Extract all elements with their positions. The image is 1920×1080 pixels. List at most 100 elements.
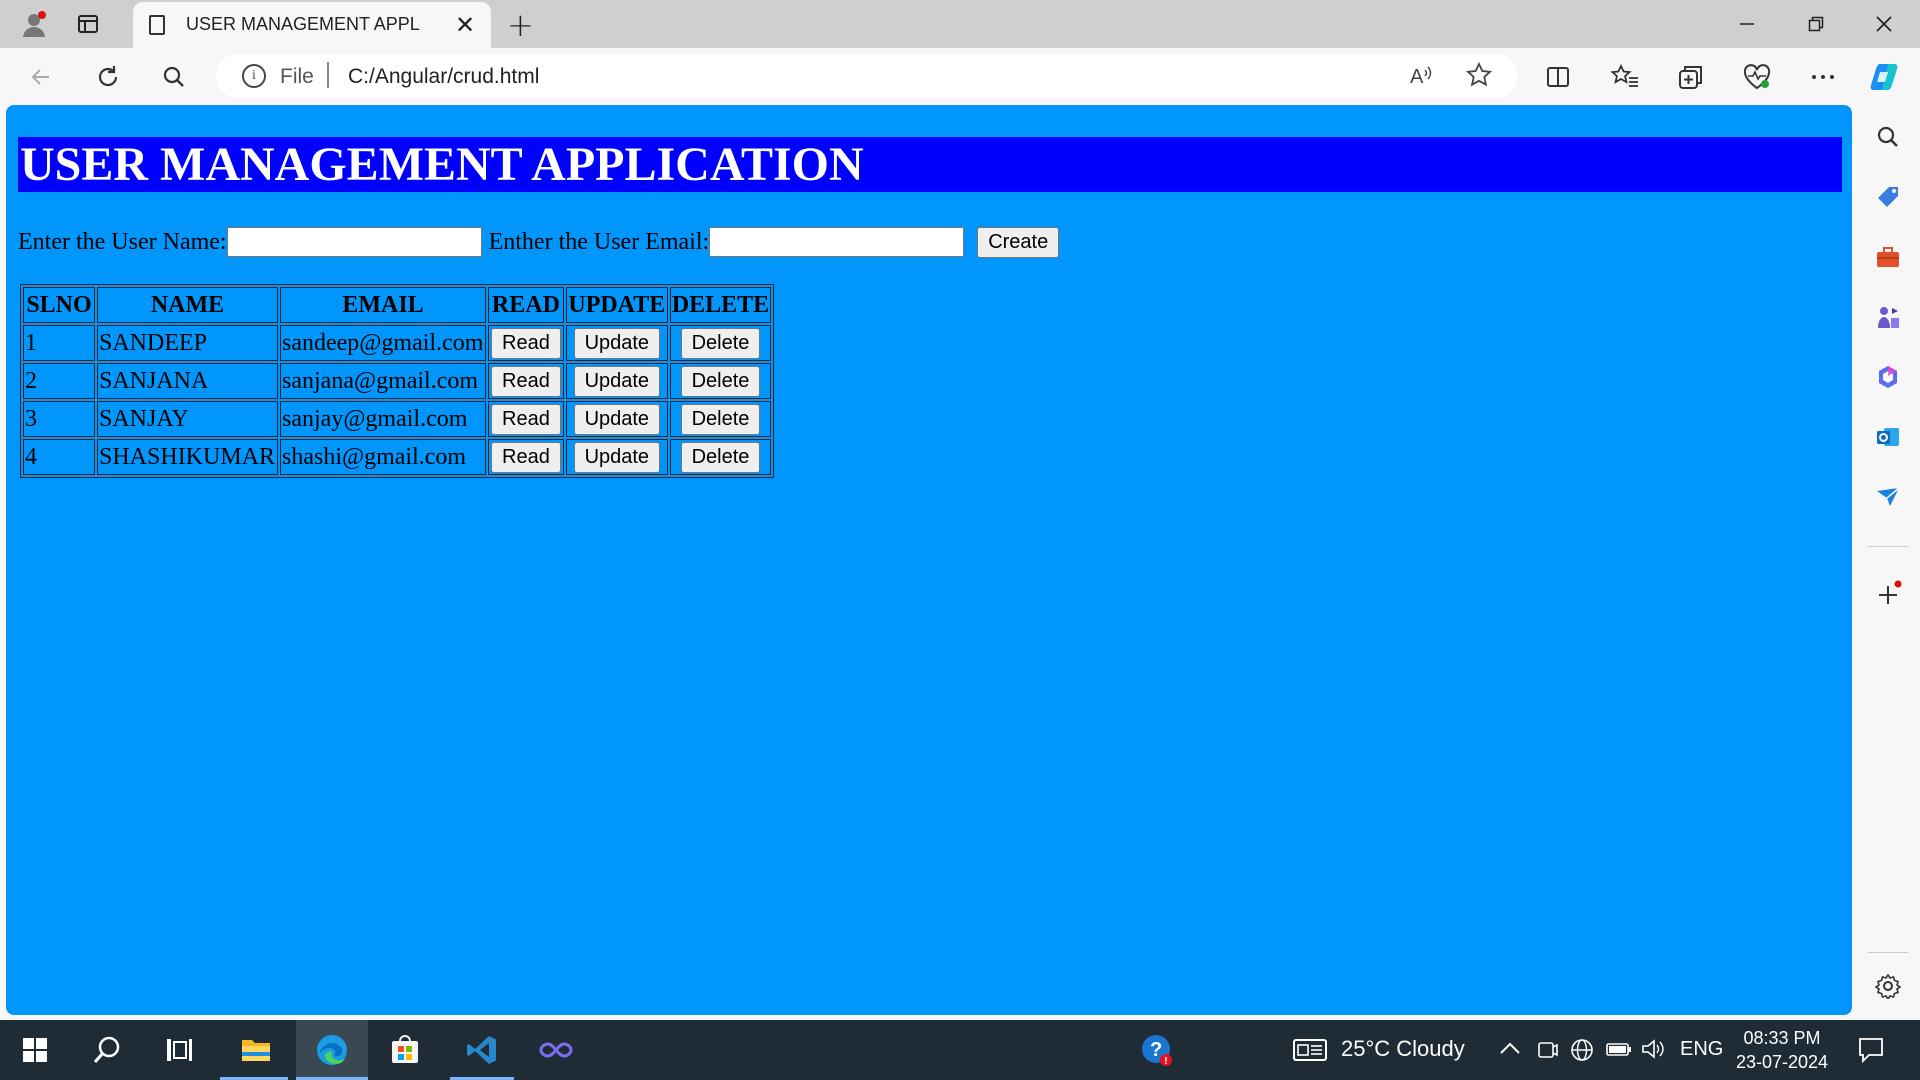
- favorite-star-icon[interactable]: [1465, 61, 1493, 94]
- clock-date: 23-07-2024: [1735, 1052, 1829, 1072]
- cell-read: Read: [488, 325, 564, 361]
- clock-time: 08:33 PM: [1743, 1028, 1821, 1048]
- profile-icon[interactable]: [18, 8, 50, 40]
- header-slno: SLNO: [23, 287, 95, 323]
- weather-icon[interactable]: [1290, 1030, 1330, 1070]
- file-explorer-icon[interactable]: [235, 1030, 277, 1070]
- site-info-icon[interactable]: i: [242, 64, 266, 88]
- vscode-icon[interactable]: [461, 1030, 503, 1070]
- read-button[interactable]: Read: [491, 403, 561, 435]
- cell-read: Read: [488, 439, 564, 475]
- create-button[interactable]: Create: [977, 226, 1060, 258]
- sidebar-settings-icon[interactable]: [1872, 970, 1904, 1002]
- cell-email: sanjay@gmail.com: [280, 401, 486, 437]
- delete-button[interactable]: Delete: [680, 327, 761, 359]
- restore-icon[interactable]: [1796, 8, 1836, 40]
- weather-text[interactable]: 25°C Cloudy: [1341, 1036, 1465, 1062]
- update-button[interactable]: Update: [573, 327, 661, 359]
- users-table: SLNO NAME EMAIL READ UPDATE DELETE 1 SAN…: [20, 284, 775, 478]
- sidebar-search-icon[interactable]: [1872, 121, 1904, 153]
- svg-text:?: ?: [1150, 1039, 1162, 1061]
- update-button[interactable]: Update: [573, 365, 661, 397]
- cell-slno: 1: [23, 325, 95, 361]
- cell-name: SHASHIKUMAR: [97, 439, 278, 475]
- close-tab-icon[interactable]: ✕: [455, 11, 475, 39]
- copilot-icon[interactable]: [1868, 60, 1902, 94]
- user-email-input[interactable]: [709, 227, 965, 257]
- header-delete: DELETE: [669, 287, 772, 323]
- language-indicator[interactable]: ENG: [1680, 1038, 1723, 1061]
- favorites-icon[interactable]: [1608, 60, 1642, 94]
- cell-email: sanjana@gmail.com: [280, 363, 486, 399]
- network-globe-icon[interactable]: [1570, 1038, 1594, 1068]
- address-bar[interactable]: i File C:/Angular/crud.html A: [216, 54, 1518, 98]
- windows-start-icon[interactable]: [14, 1030, 56, 1070]
- cell-update: Update: [565, 401, 668, 437]
- search-icon[interactable]: [157, 60, 191, 94]
- cell-slno: 2: [23, 363, 95, 399]
- delete-button[interactable]: Delete: [680, 441, 761, 473]
- outlook-icon[interactable]: [1872, 421, 1904, 453]
- microsoft-store-icon[interactable]: [384, 1030, 426, 1070]
- back-icon[interactable]: [24, 60, 58, 94]
- header-read: READ: [488, 287, 564, 323]
- help-icon[interactable]: ?!: [1136, 1030, 1178, 1070]
- volume-icon[interactable]: [1641, 1038, 1665, 1066]
- tab-title: USER MANAGEMENT APPLICATI: [186, 14, 421, 34]
- page-title: USER MANAGEMENT APPLICATION: [20, 138, 864, 191]
- table-row: 3 SANJAY sanjay@gmail.com Read Update De…: [23, 401, 772, 437]
- user-name-input[interactable]: [226, 227, 482, 257]
- cell-slno: 3: [23, 401, 95, 437]
- refresh-icon[interactable]: [91, 60, 125, 94]
- header-update: UPDATE: [565, 287, 668, 323]
- cell-delete: Delete: [669, 363, 772, 399]
- cell-delete: Delete: [669, 325, 772, 361]
- battery-icon[interactable]: [1606, 1038, 1632, 1066]
- update-button[interactable]: Update: [573, 403, 661, 435]
- show-hidden-icons-icon[interactable]: [1499, 1038, 1521, 1061]
- copilot-app-icon[interactable]: [1872, 361, 1904, 393]
- cell-update: Update: [565, 325, 668, 361]
- send-icon[interactable]: [1872, 481, 1904, 513]
- notifications-icon[interactable]: [1850, 1030, 1892, 1070]
- cell-read: Read: [488, 401, 564, 437]
- read-button[interactable]: Read: [491, 327, 561, 359]
- task-view-icon[interactable]: [158, 1030, 200, 1070]
- url-text[interactable]: C:/Angular/crud.html: [348, 65, 539, 89]
- shopping-tag-icon[interactable]: [1872, 181, 1904, 213]
- add-sidebar-app-icon[interactable]: [1872, 578, 1904, 610]
- meet-now-icon[interactable]: [1536, 1038, 1558, 1066]
- minimize-icon[interactable]: [1727, 8, 1767, 40]
- update-button[interactable]: Update: [573, 441, 661, 473]
- tools-icon[interactable]: [1872, 241, 1904, 273]
- taskbar-search-icon[interactable]: [86, 1030, 128, 1070]
- infinity-app-icon[interactable]: [535, 1030, 577, 1070]
- cell-slno: 4: [23, 439, 95, 475]
- games-icon[interactable]: [1872, 301, 1904, 333]
- delete-button[interactable]: Delete: [680, 403, 761, 435]
- protocol-label: File: [280, 65, 314, 88]
- read-button[interactable]: Read: [491, 365, 561, 397]
- cell-delete: Delete: [669, 439, 772, 475]
- collections-icon[interactable]: [1674, 60, 1708, 94]
- workspaces-icon[interactable]: [72, 8, 104, 40]
- cell-read: Read: [488, 363, 564, 399]
- svg-text:!: !: [1164, 1056, 1167, 1067]
- cell-name: SANJAY: [97, 401, 278, 437]
- active-tab[interactable]: USER MANAGEMENT APPLICATI ✕: [133, 2, 491, 48]
- delete-button[interactable]: Delete: [680, 365, 761, 397]
- system-clock[interactable]: 08:33 PM 23-07-2024: [1734, 1026, 1830, 1074]
- new-tab-icon[interactable]: +: [507, 6, 534, 44]
- read-button[interactable]: Read: [491, 441, 561, 473]
- split-screen-icon[interactable]: [1541, 60, 1575, 94]
- edge-browser-icon[interactable]: [311, 1030, 353, 1070]
- browser-title-bar: USER MANAGEMENT APPLICATI ✕ +: [0, 0, 1920, 48]
- more-options-icon[interactable]: [1806, 60, 1840, 94]
- browser-essentials-icon[interactable]: [1740, 60, 1774, 94]
- cell-name: SANDEEP: [97, 325, 278, 361]
- close-window-icon[interactable]: [1864, 8, 1904, 40]
- page-banner: USER MANAGEMENT APPLICATION: [18, 137, 1842, 192]
- sidebar-divider: [1868, 546, 1908, 547]
- read-aloud-icon[interactable]: A: [1408, 62, 1434, 94]
- page-icon: [149, 15, 165, 35]
